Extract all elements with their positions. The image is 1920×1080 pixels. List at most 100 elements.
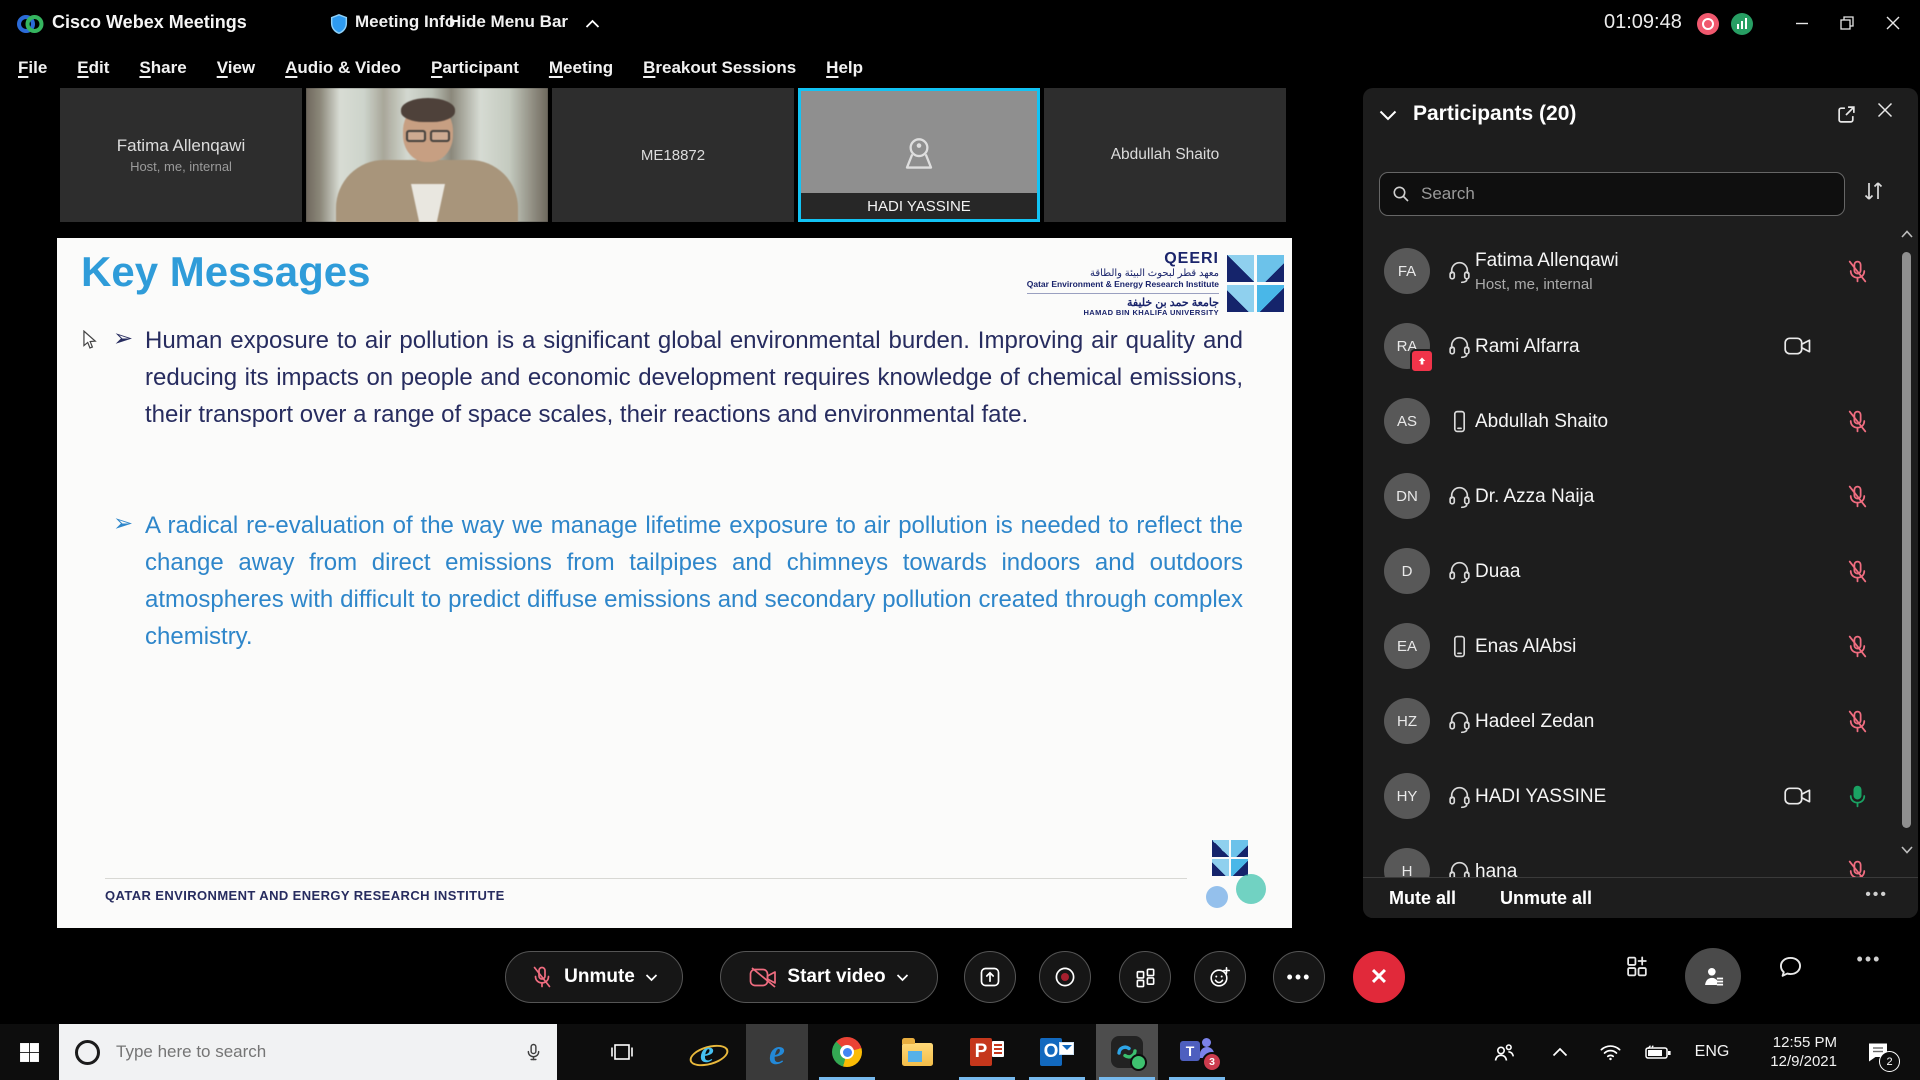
- mic-muted-icon[interactable]: [1845, 484, 1870, 509]
- participant-row[interactable]: EA Enas AlAbsi: [1363, 609, 1918, 684]
- video-tile-camera-feed[interactable]: [306, 88, 548, 222]
- menu-item[interactable]: Meeting: [549, 58, 613, 78]
- mic-muted-icon[interactable]: [1845, 709, 1870, 734]
- search-input[interactable]: [1419, 183, 1832, 205]
- unmute-all-button[interactable]: Unmute all: [1500, 888, 1592, 909]
- action-center-button[interactable]: 2: [1852, 1024, 1904, 1080]
- participant-row[interactable]: FA Fatima Allenqawi Host, me, internal: [1363, 234, 1918, 309]
- video-tile-fatima[interactable]: Fatima Allenqawi Host, me, internal: [60, 88, 302, 222]
- mic-muted-icon[interactable]: [1845, 409, 1870, 434]
- taskbar-search-box[interactable]: [59, 1024, 557, 1080]
- menu-item[interactable]: View: [217, 58, 255, 78]
- start-button[interactable]: [0, 1024, 58, 1080]
- participant-row[interactable]: H hana: [1363, 834, 1918, 878]
- people-tray-icon[interactable]: [1482, 1024, 1526, 1080]
- participants-panel-toggle-active[interactable]: [1685, 948, 1741, 1004]
- reactions-button[interactable]: [1194, 951, 1246, 1003]
- apps-button[interactable]: [1119, 951, 1171, 1003]
- participant-name: Hadeel Zedan: [1475, 711, 1594, 733]
- participant-search-box[interactable]: [1379, 172, 1845, 216]
- close-window-button[interactable]: [1876, 8, 1910, 38]
- avatar-initials: DN: [1396, 488, 1418, 505]
- chevron-down-icon[interactable]: [1379, 110, 1397, 121]
- language-indicator[interactable]: ENG: [1686, 1024, 1738, 1080]
- participant-row[interactable]: RA Rami Alfarra: [1363, 309, 1918, 384]
- menu-item[interactable]: Audio & Video: [285, 58, 401, 78]
- leave-meeting-button[interactable]: ✕: [1353, 951, 1405, 1003]
- menu-item[interactable]: Breakout Sessions: [643, 58, 796, 78]
- menu-item[interactable]: Edit: [77, 58, 109, 78]
- meeting-elapsed-time: 01:09:48: [1604, 11, 1682, 34]
- headset-icon: [1447, 484, 1472, 509]
- hide-menu-bar-button[interactable]: Hide Menu Bar: [449, 12, 568, 32]
- more-options-button[interactable]: •••: [1273, 951, 1325, 1003]
- camera-off-icon: [749, 967, 777, 988]
- taskbar-app-chrome[interactable]: [816, 1024, 878, 1080]
- apps-panel-toggle[interactable]: [1622, 954, 1652, 979]
- tile-name: HADI YASSINE: [801, 193, 1037, 219]
- dictation-mic-icon[interactable]: [524, 1041, 543, 1063]
- taskbar-app-webex[interactable]: [1096, 1024, 1158, 1080]
- mic-muted-icon[interactable]: [1845, 634, 1870, 659]
- participant-row[interactable]: HZ Hadeel Zedan: [1363, 684, 1918, 759]
- task-view-button[interactable]: [598, 1024, 646, 1080]
- headset-icon: [1447, 259, 1472, 284]
- close-panel-icon[interactable]: [1877, 102, 1893, 118]
- video-tile-me18872[interactable]: ME18872: [552, 88, 794, 222]
- participant-row[interactable]: D Duaa: [1363, 534, 1918, 609]
- chevron-down-icon[interactable]: [896, 973, 909, 982]
- taskbar-app-powerpoint[interactable]: P: [956, 1024, 1018, 1080]
- mic-muted-icon[interactable]: [1845, 859, 1870, 878]
- menu-bar: File Edit Share View Audio & Video Participan…: [0, 48, 1920, 88]
- mute-all-button[interactable]: Mute all: [1389, 888, 1456, 909]
- battery-icon[interactable]: [1636, 1024, 1680, 1080]
- taskbar-app-outlook[interactable]: O: [1026, 1024, 1088, 1080]
- video-tile-abdullah[interactable]: Abdullah Shaito: [1044, 88, 1286, 222]
- pop-out-panel-icon[interactable]: [1836, 104, 1857, 125]
- menu-item[interactable]: Help: [826, 58, 863, 78]
- scrollbar-thumb[interactable]: [1902, 252, 1911, 828]
- time-text: 12:55 PM: [1773, 1033, 1837, 1052]
- taskbar-clock[interactable]: 12:55 PM 12/9/2021: [1745, 1024, 1837, 1080]
- more-panels-toggle[interactable]: •••: [1852, 954, 1886, 964]
- participant-row[interactable]: HY HADI YASSINE: [1363, 759, 1918, 834]
- restore-button[interactable]: [1830, 8, 1864, 38]
- taskbar-app-edge[interactable]: e: [746, 1024, 808, 1080]
- taskbar-app-internet-explorer[interactable]: e: [676, 1024, 738, 1080]
- chevron-up-icon[interactable]: [585, 19, 600, 29]
- video-tile-hadi-selected[interactable]: HADI YASSINE: [798, 88, 1040, 222]
- chevron-down-icon[interactable]: [645, 973, 658, 982]
- chat-panel-toggle[interactable]: [1775, 954, 1805, 981]
- start-video-button[interactable]: Start video: [720, 951, 938, 1003]
- bullet-arrow-icon: ➢: [113, 509, 139, 538]
- qeeri-logo-subtitle: Qatar Environment & Energy Research Inst…: [1027, 280, 1219, 294]
- scroll-down-icon[interactable]: [1901, 846, 1913, 854]
- scroll-up-icon[interactable]: [1901, 230, 1913, 238]
- mic-muted-icon[interactable]: [1845, 559, 1870, 584]
- participant-avatar: RA: [1384, 323, 1430, 369]
- avatar-initials: HY: [1397, 788, 1418, 805]
- taskbar-app-teams[interactable]: T 3: [1166, 1024, 1228, 1080]
- meeting-info-button[interactable]: Meeting Info: [355, 12, 455, 32]
- record-button[interactable]: [1039, 951, 1091, 1003]
- sort-participants-icon[interactable]: [1861, 180, 1885, 202]
- more-options-icon[interactable]: •••: [1865, 886, 1888, 904]
- participant-row[interactable]: AS Abdullah Shaito: [1363, 384, 1918, 459]
- menu-item[interactable]: Share: [139, 58, 186, 78]
- slide-footer-text: QATAR ENVIRONMENT AND ENERGY RESEARCH IN…: [105, 888, 505, 903]
- taskbar-search-input[interactable]: [114, 1041, 510, 1063]
- participant-row[interactable]: DN Dr. Azza Naija: [1363, 459, 1918, 534]
- wifi-icon[interactable]: [1590, 1024, 1630, 1080]
- taskbar-app-file-explorer[interactable]: [886, 1024, 948, 1080]
- share-content-button[interactable]: [964, 951, 1016, 1003]
- menu-item[interactable]: File: [18, 58, 47, 78]
- mic-on-icon[interactable]: [1845, 784, 1870, 809]
- ellipsis-icon: •••: [1857, 954, 1882, 964]
- minimize-button[interactable]: [1785, 8, 1819, 38]
- menu-item[interactable]: Participant: [431, 58, 519, 78]
- show-hidden-icons-chevron[interactable]: [1540, 1024, 1580, 1080]
- participants-title: Participants (20): [1413, 102, 1576, 126]
- slide-bullet-2: A radical re-evaluation of the way we ma…: [145, 507, 1243, 655]
- unmute-button[interactable]: Unmute: [505, 951, 683, 1003]
- mic-muted-icon[interactable]: [1845, 259, 1870, 284]
